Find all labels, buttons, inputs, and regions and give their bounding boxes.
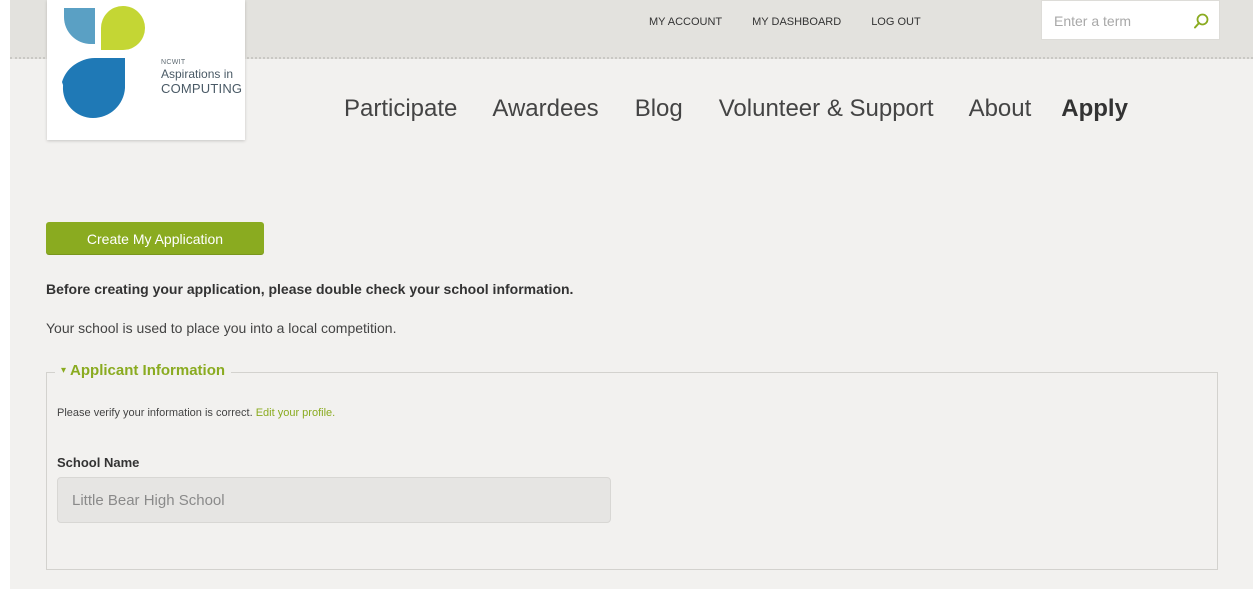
search-box	[1041, 0, 1220, 41]
fieldset-legend: Applicant Information	[70, 362, 226, 379]
nav-about[interactable]: About	[969, 95, 1032, 123]
site-header: NCWIT Aspirations in COMPUTING MY ACCOUN…	[10, 0, 1253, 153]
main-nav: Participate Awardees Blog Volunteer & Su…	[344, 91, 1128, 127]
site-logo[interactable]: NCWIT Aspirations in COMPUTING	[47, 0, 245, 140]
applicant-info-fieldset: ▾ Applicant Information Please verify you…	[46, 362, 1218, 570]
nav-apply[interactable]: Apply	[1061, 95, 1128, 123]
verify-message: Please verify your information is correc…	[57, 407, 253, 419]
logout-link[interactable]: LOG OUT	[871, 16, 921, 28]
my-dashboard-link[interactable]: MY DASHBOARD	[752, 16, 841, 28]
page: NCWIT Aspirations in COMPUTING MY ACCOUN…	[10, 0, 1253, 589]
logo-name-line2: COMPUTING	[161, 81, 243, 96]
edit-profile-link[interactable]: Edit your profile.	[256, 407, 335, 419]
search-icon[interactable]	[1192, 12, 1210, 30]
collapse-caret-icon: ▾	[61, 365, 67, 376]
nav-blog[interactable]: Blog	[635, 95, 683, 123]
intro-heading: Before creating your application, please…	[46, 281, 574, 297]
search-input[interactable]	[1042, 1, 1182, 41]
logo-org: NCWIT	[161, 59, 186, 66]
nav-participate[interactable]: Participate	[344, 95, 457, 123]
school-name-label: School Name	[57, 455, 140, 470]
intro-text: Your school is used to place you into a …	[46, 320, 397, 336]
school-name-field[interactable]	[57, 477, 611, 523]
utility-nav: MY ACCOUNT MY DASHBOARD LOG OUT	[649, 13, 951, 31]
create-application-button[interactable]: Create My Application	[46, 222, 264, 255]
applicant-info-toggle[interactable]: ▾ Applicant Information	[55, 362, 232, 379]
logo-name-line1: Aspirations in	[161, 67, 234, 81]
nav-awardees[interactable]: Awardees	[492, 95, 598, 123]
verify-text: Please verify your information is correc…	[57, 407, 335, 419]
nav-volunteer-support[interactable]: Volunteer & Support	[719, 95, 934, 123]
my-account-link[interactable]: MY ACCOUNT	[649, 16, 722, 28]
